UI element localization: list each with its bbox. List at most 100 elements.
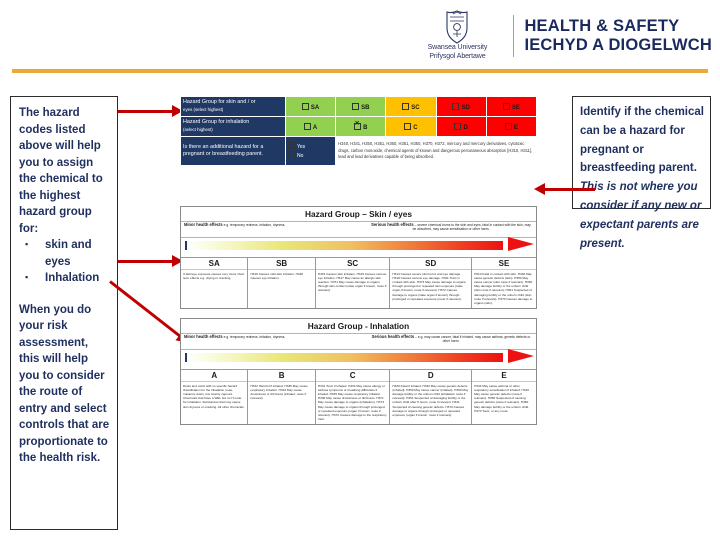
skin-group-SB-letter: SB <box>276 259 288 268</box>
university-name-en: Swansea University <box>427 44 488 51</box>
inhalation-group-C-letter: C <box>349 371 356 380</box>
row-label-skin-eyes-sub: eyes (select highest) <box>183 107 224 112</box>
inhalation-gradient-arrow-icon <box>508 348 534 363</box>
cell-option-SC[interactable]: SC <box>385 96 437 117</box>
skin-left-label-rest: e.g. temporary redness, irritation, dryn… <box>222 222 286 227</box>
checkbox-SC[interactable] <box>402 102 410 110</box>
left-callout-paragraph-2: When you do your risk assessment, this w… <box>19 303 110 465</box>
label-SD: SD <box>461 104 470 111</box>
inhalation-group-E: E H334 May cause asthma or other respira… <box>472 370 536 425</box>
inhalation-group-E-body: H334 May cause asthma or other respirato… <box>472 381 536 416</box>
arrow-to-top-table-line <box>118 110 176 113</box>
cell-option-SB[interactable]: SB <box>335 96 387 117</box>
skin-group-SD-letter: SD <box>425 259 437 268</box>
label-E: E <box>513 124 518 131</box>
skin-group-SA: SA If skin/eye exposure causes very mino… <box>181 257 249 309</box>
checkbox-SB[interactable] <box>352 102 360 110</box>
brand-logo-block: Swansea University Prifysgol Abertawe HE… <box>411 10 712 61</box>
skin-gradient-bar <box>185 240 503 250</box>
inhalation-group-B-letter: B <box>278 371 285 380</box>
inhalation-group-C-body: H331 Toxic if inhaled. H334 May cause al… <box>315 381 390 424</box>
skin-group-columns: SA If skin/eye exposure causes very mino… <box>181 256 536 309</box>
label-C: C <box>413 124 418 131</box>
cell-option-D[interactable]: D <box>435 116 487 137</box>
checkbox-D[interactable] <box>454 122 462 130</box>
left-callout-box: The hazard codes listed above will help … <box>10 96 118 530</box>
inhalation-panel-scale-labels: Minor health effects e.g. temporary redn… <box>181 334 536 350</box>
inhalation-panel-title: Hazard Group - Inhalation <box>181 319 536 334</box>
inhalation-group-D-body: H330 Fatal if inhaled. H340 May cause ge… <box>390 381 472 420</box>
header-gold-rule <box>12 69 708 73</box>
table-row-skin-eyes: Hazard Group for skin and / or eyes (sel… <box>180 96 538 117</box>
checkbox-SE[interactable] <box>502 102 510 110</box>
skin-group-SC: SC H315 Causes skin irritation. H319 Cau… <box>315 257 391 309</box>
table-row-inhalation: Hazard Group for inhalation (select high… <box>180 116 538 137</box>
checkbox-B[interactable] <box>354 121 362 130</box>
skin-right-label-bold: Serious health effects <box>371 221 414 227</box>
inhalation-left-label-rest: e.g. temporary redness, irritation, dryn… <box>222 334 286 339</box>
inhalation-group-C: C H331 Toxic if inhaled. H334 May cause … <box>315 369 391 425</box>
inhalation-right-label-rest: – e.g. may cause cancer, fatal if inhale… <box>414 334 531 343</box>
logo-divider <box>513 14 515 57</box>
title-english: HEALTH & SAFETY <box>524 16 680 35</box>
page-header: Swansea University Prifysgol Abertawe HE… <box>0 0 720 74</box>
row-label-inhalation: Hazard Group for inhalation (select high… <box>180 116 286 137</box>
table-row-pregnancy: Is there an additional hazard for a preg… <box>180 136 537 166</box>
label-pregnancy-yes: Yes <box>297 144 306 150</box>
skin-group-SB: SB H316 Causes mild skin irritation. H32… <box>248 257 316 309</box>
row-label-pregnancy: Is there an additional hazard for a preg… <box>180 136 286 166</box>
inhalation-group-B-body: H332 Harmful if inhaled. H335 May cause … <box>248 381 315 403</box>
left-callout-bullet-list: skin and eyes Inhalation <box>19 236 111 287</box>
pregnancy-hazard-codes-text: H340, H341, H350, H351, H360, H351, H350… <box>335 136 537 166</box>
skin-severity-gradient <box>181 236 536 257</box>
checkbox-pregnancy-no[interactable] <box>288 151 295 158</box>
label-D: D <box>463 124 468 131</box>
arrow-to-inhalation-panel-line <box>109 280 185 341</box>
inhalation-group-D-letter: D <box>427 371 434 380</box>
swansea-university-logo: Swansea University Prifysgol Abertawe <box>411 10 503 61</box>
right-callout-box: Identify if the chemical can be a hazard… <box>572 96 711 250</box>
arrow-to-pregnancy-row-head <box>534 183 545 195</box>
label-A: A <box>312 124 318 131</box>
skin-group-SD-body: H314 Causes severe skin burns and eye da… <box>390 269 472 304</box>
row-label-inhalation-sub: (select highest) <box>183 127 213 132</box>
cell-option-SA[interactable]: SA <box>284 96 337 117</box>
hazard-group-inhalation-panel: Hazard Group - Inhalation Minor health e… <box>180 318 537 426</box>
hazard-group-selection-table: Hazard Group for skin and / or eyes (sel… <box>180 96 538 166</box>
cell-option-B[interactable]: B <box>335 116 387 137</box>
checkbox-C[interactable] <box>404 122 412 130</box>
skin-group-SE-letter: SE <box>498 259 510 268</box>
checkbox-E[interactable] <box>504 122 512 130</box>
inhalation-group-A: A Dusts and mists with no specific hazar… <box>181 369 249 425</box>
inhalation-group-columns: A Dusts and mists with no specific hazar… <box>181 368 536 425</box>
skin-panel-scale-labels: Minor health effects e.g. temporary redn… <box>181 222 536 238</box>
hazard-group-skin-eyes-panel: Hazard Group – Skin / eyes Minor health … <box>180 206 537 310</box>
inhalation-panel-right-label: Serious health effects – e.g. may cause … <box>369 334 533 348</box>
arrow-to-pregnancy-row-line <box>545 188 595 191</box>
cell-option-C[interactable]: C <box>385 116 437 137</box>
university-name-cy: Prifysgol Abertawe <box>429 52 486 60</box>
checkbox-SA[interactable] <box>301 102 309 110</box>
inhalation-group-E-letter: E <box>501 371 507 380</box>
inhalation-group-A-letter: A <box>211 371 218 380</box>
university-crest-icon <box>446 10 468 44</box>
skin-right-label-rest: – severe chemical burns to the skin and … <box>412 222 531 231</box>
cell-option-E[interactable]: E <box>485 116 538 137</box>
bullet-inhalation: Inhalation <box>23 269 111 287</box>
cell-option-SE[interactable]: SE <box>485 96 538 117</box>
inhalation-group-D: D H330 Fatal if inhaled. H340 May cause … <box>390 369 473 425</box>
skin-group-SE: SE H310 Fatal in contact with skin. H340… <box>472 258 536 309</box>
skin-left-label-bold: Minor health effects <box>184 221 223 227</box>
label-SB: SB <box>361 104 370 111</box>
checkbox-SD[interactable] <box>452 102 460 110</box>
inhalation-panel-left-label: Minor health effects e.g. temporary redn… <box>184 334 348 348</box>
left-callout-paragraph-1: The hazard codes listed above will help … <box>19 107 103 235</box>
skin-panel-title: Hazard Group – Skin / eyes <box>181 207 536 222</box>
cell-option-A[interactable]: A <box>284 116 337 137</box>
checkbox-pregnancy-yes[interactable] <box>288 142 295 149</box>
arrow-to-skin-panel-line <box>118 260 176 263</box>
cell-option-SD[interactable]: SD <box>435 96 487 117</box>
checkbox-A[interactable] <box>303 122 311 130</box>
pregnancy-yes-no-cell[interactable]: Yes No <box>284 136 337 166</box>
row-label-skin-eyes-main: Hazard Group for skin and / or <box>183 98 256 105</box>
